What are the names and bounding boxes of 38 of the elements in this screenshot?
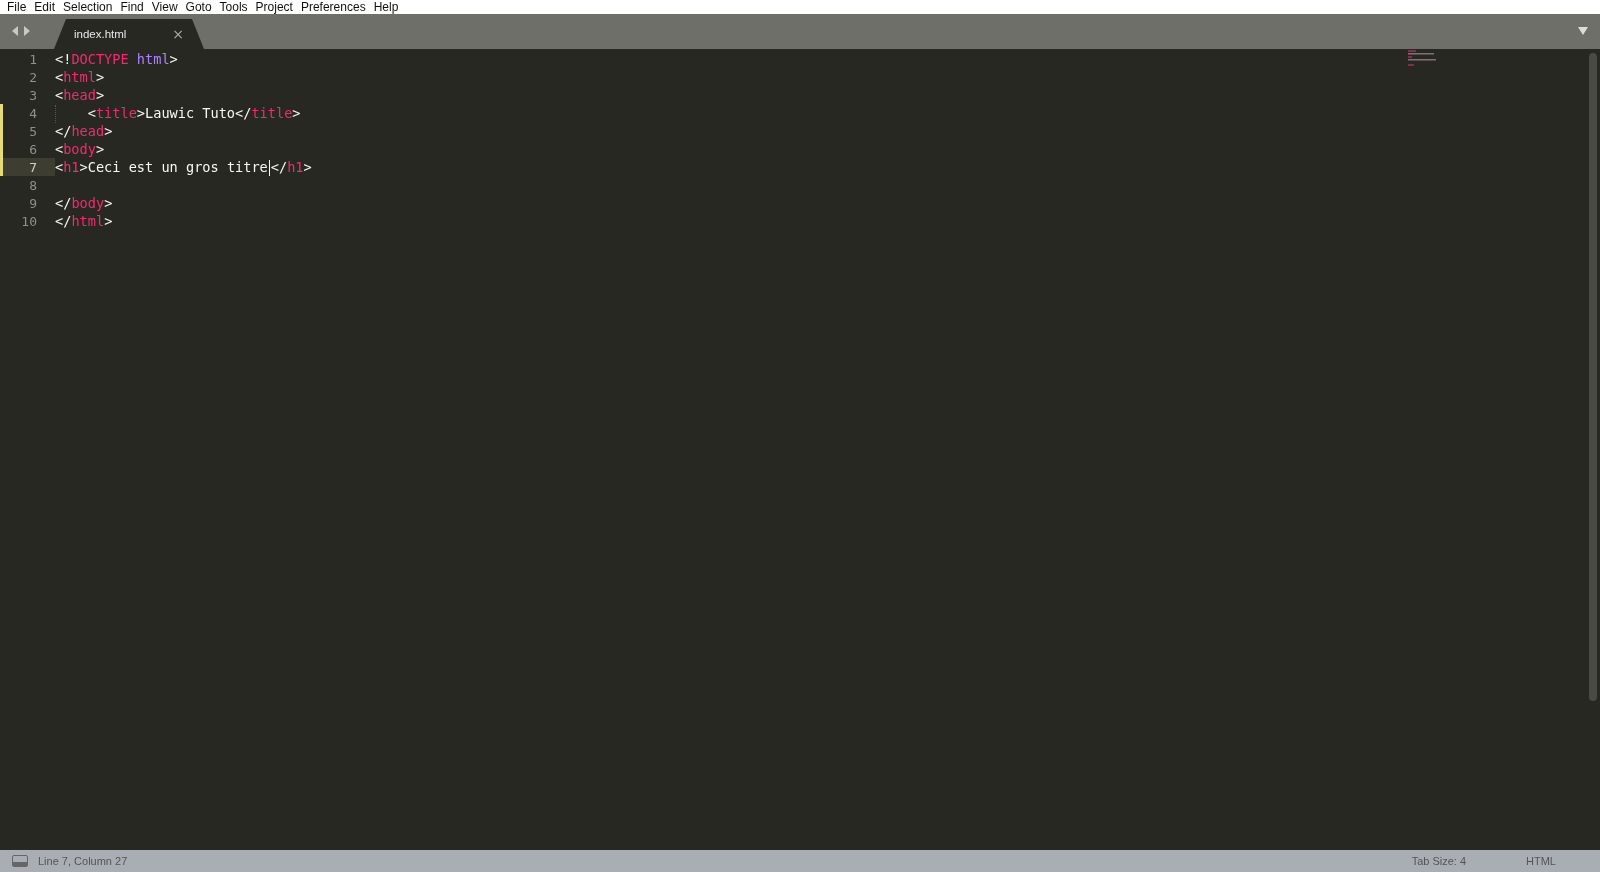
line-number: 1 bbox=[28, 51, 37, 67]
menu-item[interactable]: Project bbox=[254, 0, 300, 14]
tab-label: index.html bbox=[74, 28, 127, 40]
text-cursor bbox=[268, 160, 270, 176]
line-number: 3 bbox=[28, 87, 37, 103]
code-line: <h1>Ceci est un gros titre </h1> bbox=[55, 158, 312, 176]
code-line: <!DOCTYPE html> bbox=[55, 50, 178, 68]
menu-item[interactable]: View bbox=[150, 0, 185, 14]
close-icon[interactable]: × bbox=[172, 26, 184, 42]
line-number: 2 bbox=[28, 69, 37, 85]
line-number: 8 bbox=[28, 177, 37, 193]
panel-icon[interactable] bbox=[12, 855, 28, 867]
menu-item[interactable]: Selection bbox=[62, 0, 120, 14]
menu-item[interactable]: Preferences bbox=[299, 0, 373, 14]
file-tab[interactable]: index.html × bbox=[54, 19, 204, 49]
code-line: <body> bbox=[55, 140, 105, 158]
menu-item[interactable]: Goto bbox=[184, 0, 219, 14]
code-line: </head> bbox=[55, 122, 113, 140]
cursor-position: Line 7, Column 27 bbox=[38, 855, 128, 867]
minimap-drawing[interactable] bbox=[1406, 49, 1436, 69]
code-line: <title>Lauwic Tuto</title> bbox=[55, 103, 301, 123]
menu-item[interactable]: Tools bbox=[218, 0, 255, 14]
line-number: 9 bbox=[28, 195, 37, 211]
dropdown-icon[interactable] bbox=[1578, 27, 1588, 35]
line-number: 4 bbox=[28, 105, 37, 121]
menu-item[interactable]: Help bbox=[372, 0, 406, 14]
menu-item[interactable]: Find bbox=[119, 0, 151, 14]
menu-item[interactable]: Edit bbox=[33, 0, 63, 14]
line-number: 6 bbox=[28, 141, 37, 157]
line-number: 7 bbox=[28, 159, 37, 175]
code-line: <html> bbox=[55, 68, 105, 86]
menu-item[interactable]: File bbox=[6, 0, 34, 14]
code-line: <head> bbox=[55, 86, 105, 104]
code-line: </body> bbox=[55, 194, 113, 212]
code-line: </html> bbox=[55, 212, 113, 230]
line-number: 5 bbox=[28, 123, 37, 139]
line-number: 10 bbox=[20, 213, 37, 229]
scrollbar[interactable] bbox=[1589, 53, 1597, 701]
